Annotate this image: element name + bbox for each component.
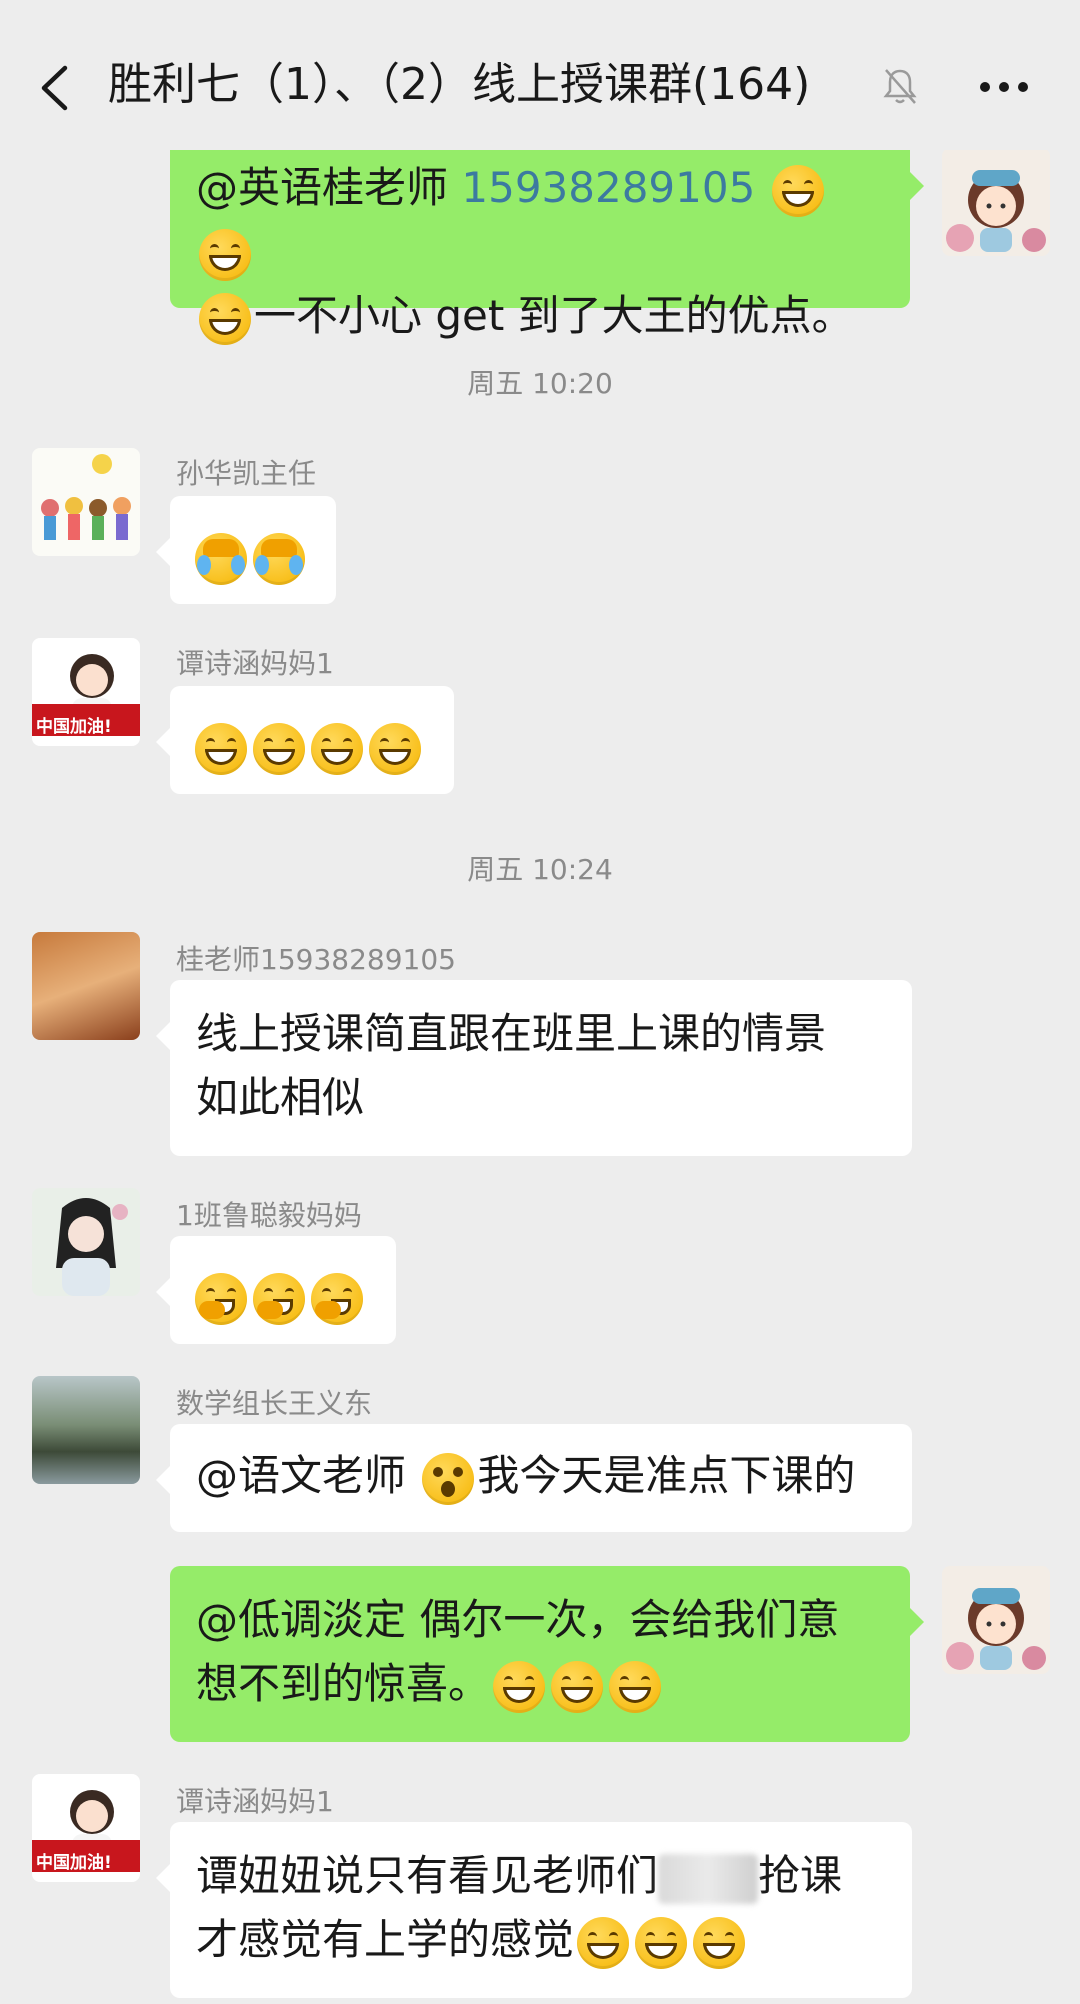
grin-emoji-icon <box>199 292 251 345</box>
message-text: @低调淡定 偶尔一次，会给我们意 <box>196 1595 840 1644</box>
message-text: 我今天是准点下课的 <box>477 1451 856 1500</box>
message-text: 想不到的惊喜。 <box>196 1659 491 1708</box>
message-text: 抢课 <box>758 1851 843 1900</box>
chat-title: 胜利七（1）、（2）线上授课群(164) <box>108 59 811 110</box>
grin-emoji-icon <box>635 1916 688 1969</box>
chat-header: 胜利七（1）、（2）线上授课群(164) <box>0 0 1080 150</box>
avatar-self[interactable] <box>942 1566 1050 1674</box>
message-bubble[interactable]: @语文老师 我今天是准点下课的 <box>156 1424 912 1532</box>
message-bubble[interactable]: @英语桂老师 15938289105 一不小心 get 到了大王的优点。 <box>170 130 924 345</box>
message-bubble[interactable]: 线上授课简直跟在班里上课的情景 如此相似 <box>156 980 912 1156</box>
blurred-text <box>658 1853 759 1904</box>
grin-emoji-icon <box>693 1916 746 1969</box>
avatar[interactable]: 中国加油! <box>32 1774 140 1882</box>
sender-name: 桂老师15938289105 <box>176 943 456 976</box>
avatar-badge-text: 中国加油! <box>36 717 112 737</box>
sender-name: 孙华凯主任 <box>176 457 317 490</box>
message-bubble[interactable] <box>156 496 336 604</box>
message-text: 线上授课简直跟在班里上课的情景 <box>196 1009 827 1058</box>
message-bubble[interactable] <box>156 686 454 794</box>
avatar[interactable] <box>32 448 140 556</box>
ellipsis-icon <box>980 82 1028 92</box>
avatar[interactable] <box>32 1188 140 1296</box>
chuckle-emoji-icon <box>195 1272 247 1325</box>
phone-number-link[interactable]: 15938289105 <box>461 163 755 212</box>
mention-text[interactable]: @英语桂老师 <box>196 163 448 212</box>
grin-emoji-icon <box>253 722 305 775</box>
sender-name: 1班鲁聪毅妈妈 <box>176 1199 362 1232</box>
facepalm-cry-emoji-icon <box>253 532 305 585</box>
avatar[interactable] <box>32 1376 140 1484</box>
avatar[interactable] <box>32 932 140 1040</box>
timestamp-separator: 周五 10:24 <box>467 853 613 886</box>
grin-emoji-icon <box>493 1660 546 1713</box>
message-bubble[interactable]: @低调淡定 偶尔一次，会给我们意 想不到的惊喜。 <box>170 1566 924 1742</box>
grin-emoji-icon <box>311 722 363 775</box>
avatar-badge-text: 中国加油! <box>36 1853 112 1873</box>
grin-emoji-icon <box>199 228 251 281</box>
more-options-button[interactable] <box>974 62 1034 112</box>
mute-bell-icon <box>882 66 918 106</box>
mention-text[interactable]: @语文老师 <box>196 1451 406 1500</box>
message-text: 谭妞妞说只有看见老师们 <box>196 1851 659 1900</box>
grin-emoji-icon <box>195 722 247 775</box>
sender-name: 数学组长王义东 <box>176 1387 373 1420</box>
message-text: 才感觉有上学的感觉 <box>196 1915 575 1964</box>
facepalm-cry-emoji-icon <box>195 532 247 585</box>
grin-emoji-icon <box>609 1660 662 1713</box>
message-text: 如此相似 <box>196 1073 365 1122</box>
grin-emoji-icon <box>771 164 824 217</box>
chuckle-emoji-icon <box>253 1272 305 1325</box>
message-bubble[interactable] <box>156 1236 396 1344</box>
chuckle-emoji-icon <box>311 1272 363 1325</box>
grin-emoji-icon <box>577 1916 630 1969</box>
timestamp-separator: 周五 10:20 <box>467 367 613 400</box>
grin-emoji-icon <box>551 1660 604 1713</box>
sender-name: 谭诗涵妈妈1 <box>176 647 334 680</box>
message-text: 一不小心 get 到了大王的优点。 <box>254 291 854 340</box>
avatar-self[interactable] <box>942 148 1050 256</box>
grin-emoji-icon <box>369 722 421 775</box>
back-button[interactable] <box>34 58 74 118</box>
chevron-left-icon <box>41 65 68 111</box>
message-bubble[interactable]: 谭妞妞说只有看见老师们 抢课 才感觉有上学的感觉 <box>156 1822 912 1998</box>
avatar[interactable]: 中国加油! <box>32 638 140 746</box>
shocked-emoji-icon <box>422 1452 475 1505</box>
sender-name: 谭诗涵妈妈1 <box>176 1785 334 1818</box>
